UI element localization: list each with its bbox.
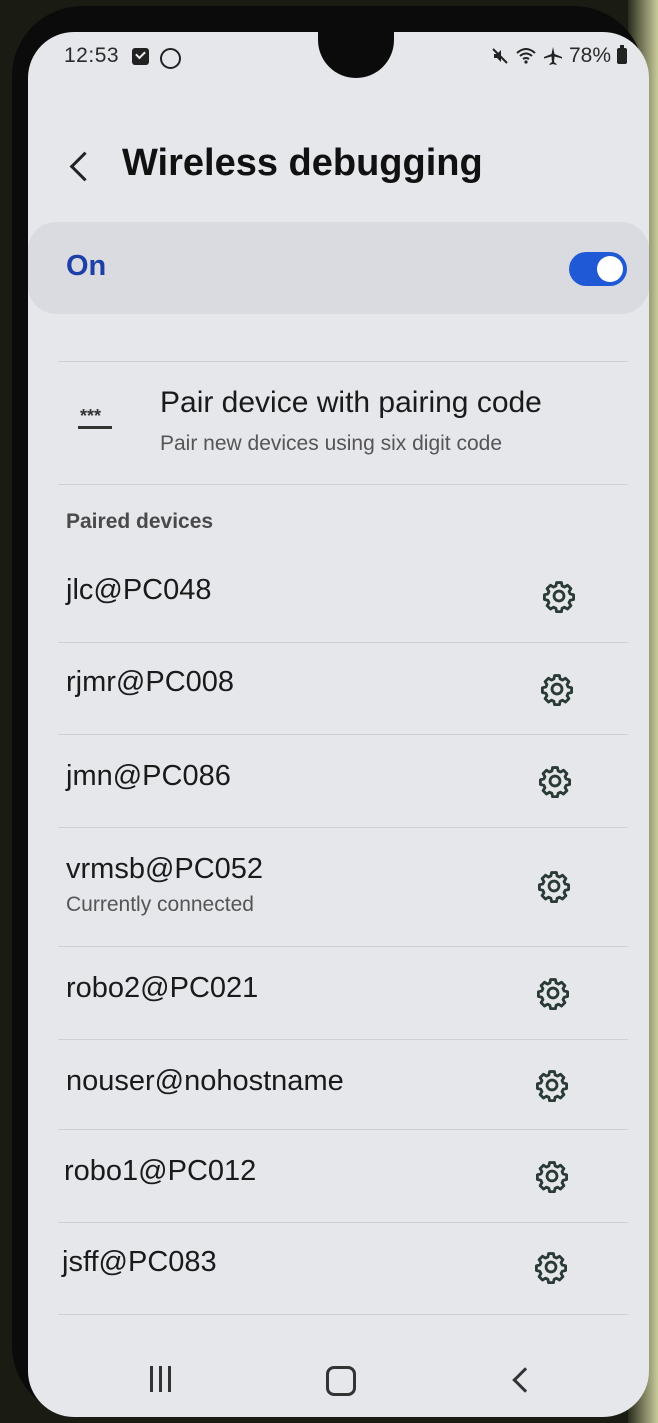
phone-frame: 12:53 78% Wireless debugging On *** Pair… xyxy=(12,6,649,1417)
device-status: Currently connected xyxy=(66,893,254,916)
app-header: Wireless debugging xyxy=(28,132,649,202)
mute-icon xyxy=(492,48,508,64)
home-icon[interactable] xyxy=(326,1366,356,1396)
divider xyxy=(58,484,628,485)
gear-icon[interactable] xyxy=(534,1250,568,1285)
status-right-icons: 78% xyxy=(491,44,627,68)
status-bar: 12:53 78% xyxy=(28,32,649,92)
recent-apps-icon[interactable] xyxy=(148,1366,178,1392)
battery-percent: 78% xyxy=(568,44,611,67)
device-name: robo1@PC012 xyxy=(64,1155,257,1187)
pair-subtitle: Pair new devices using six digit code xyxy=(160,432,503,455)
device-name: jmn@PC086 xyxy=(66,760,231,792)
page-title: Wireless debugging xyxy=(122,142,483,184)
gear-icon[interactable] xyxy=(542,579,576,614)
paired-device-row[interactable]: nouser@nohostname xyxy=(28,1041,649,1131)
paired-device-row[interactable]: jlc@PC048 xyxy=(28,552,649,644)
gear-icon[interactable] xyxy=(535,1159,569,1194)
gear-icon[interactable] xyxy=(540,672,574,707)
device-name: vrmsb@PC052 xyxy=(66,853,264,885)
wifi-icon xyxy=(516,48,536,64)
pair-title: Pair device with pairing code xyxy=(160,386,542,419)
gear-icon[interactable] xyxy=(538,764,572,799)
gear-icon[interactable] xyxy=(536,976,570,1011)
paired-device-row[interactable]: robo2@PC021 xyxy=(28,948,649,1040)
navigation-bar xyxy=(28,1342,649,1417)
checkbox-notification-icon xyxy=(132,48,149,65)
status-time: 12:53 xyxy=(64,44,120,67)
circle-notification-icon xyxy=(160,48,181,69)
device-name: jlc@PC048 xyxy=(66,574,212,606)
paired-device-row[interactable]: jsff@PC083 xyxy=(28,1224,649,1316)
wireless-debugging-switch-row[interactable]: On xyxy=(28,222,649,314)
divider xyxy=(58,946,628,947)
divider xyxy=(58,1039,628,1040)
switch-label: On xyxy=(66,250,107,282)
device-name: robo2@PC021 xyxy=(66,972,259,1004)
gear-icon[interactable] xyxy=(535,1068,569,1103)
battery-icon xyxy=(617,45,627,64)
wireless-debugging-toggle[interactable] xyxy=(569,252,627,286)
back-button[interactable] xyxy=(62,140,102,190)
paired-devices-header: Paired devices xyxy=(66,510,214,533)
divider xyxy=(58,734,628,735)
divider xyxy=(58,642,628,643)
divider xyxy=(58,1314,628,1315)
paired-device-row[interactable]: jmn@PC086 xyxy=(28,736,649,828)
pair-with-code-row[interactable]: *** Pair device with pairing code Pair n… xyxy=(28,362,649,482)
pin-code-icon: *** xyxy=(78,406,112,434)
device-name: rjmr@PC008 xyxy=(66,666,235,698)
divider xyxy=(58,827,628,828)
paired-device-row[interactable]: vrmsb@PC052 Currently connected xyxy=(28,829,649,947)
screen: 12:53 78% Wireless debugging On *** Pair… xyxy=(28,32,649,1417)
airplane-icon xyxy=(543,47,562,65)
paired-device-row[interactable]: robo1@PC012 xyxy=(28,1131,649,1223)
paired-device-row[interactable]: rjmr@PC008 xyxy=(28,644,649,736)
divider xyxy=(58,1222,628,1223)
gear-icon[interactable] xyxy=(537,869,571,904)
device-name: nouser@nohostname xyxy=(66,1065,344,1097)
divider xyxy=(58,1129,628,1130)
device-name: jsff@PC083 xyxy=(62,1246,217,1278)
back-icon[interactable] xyxy=(506,1364,536,1394)
